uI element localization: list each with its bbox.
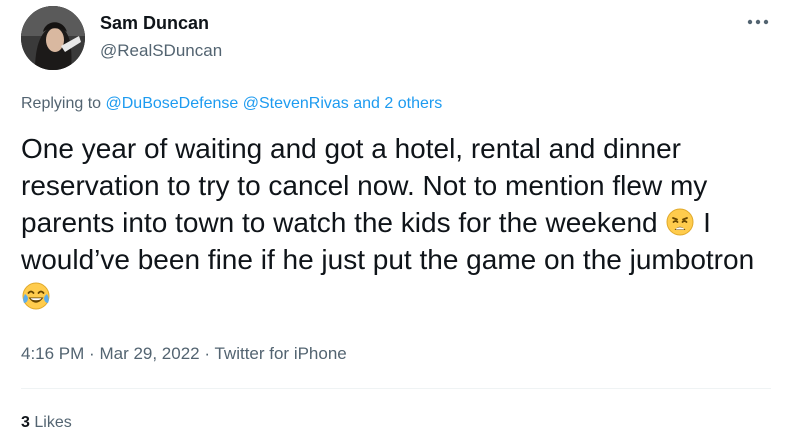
meta-separator: · [89, 344, 95, 363]
replying-to-label: Replying to [21, 95, 102, 112]
author-handle[interactable]: @RealSDuncan [100, 40, 222, 62]
tweet-card: Sam Duncan @RealSDuncan Replying to @DuB… [0, 0, 792, 438]
face-with-tears-of-joy-emoji [21, 281, 51, 311]
more-options-button[interactable] [744, 12, 772, 32]
tweet-date[interactable]: Mar 29, 2022 [99, 344, 199, 363]
tweet-time[interactable]: 4:16 PM [21, 344, 84, 363]
weary-face-emoji [665, 207, 695, 237]
avatar[interactable] [21, 6, 85, 70]
tweet-meta: 4:16 PM · Mar 29, 2022 · Twitter for iPh… [21, 343, 347, 365]
likes-link[interactable]: 3 Likes [21, 413, 72, 433]
author-name[interactable]: Sam Duncan [100, 12, 209, 34]
likes-count: 3 [21, 414, 30, 431]
meta-separator: · [204, 344, 211, 363]
others-link[interactable]: and 2 others [353, 95, 442, 112]
replying-to: Replying to @DuBoseDefense @StevenRivas … [21, 93, 442, 115]
tweet-text-part-1: One year of waiting and got a hotel, ren… [21, 133, 708, 238]
tweet-source-link[interactable]: Twitter for iPhone [214, 344, 346, 363]
mention-link[interactable]: @DuBoseDefense [106, 95, 239, 112]
divider [21, 388, 771, 389]
tweet-text: One year of waiting and got a hotel, ren… [21, 130, 771, 315]
mention-link[interactable]: @StevenRivas [243, 95, 349, 112]
likes-label: Likes [34, 414, 72, 431]
more-horizontal-icon [747, 19, 769, 25]
